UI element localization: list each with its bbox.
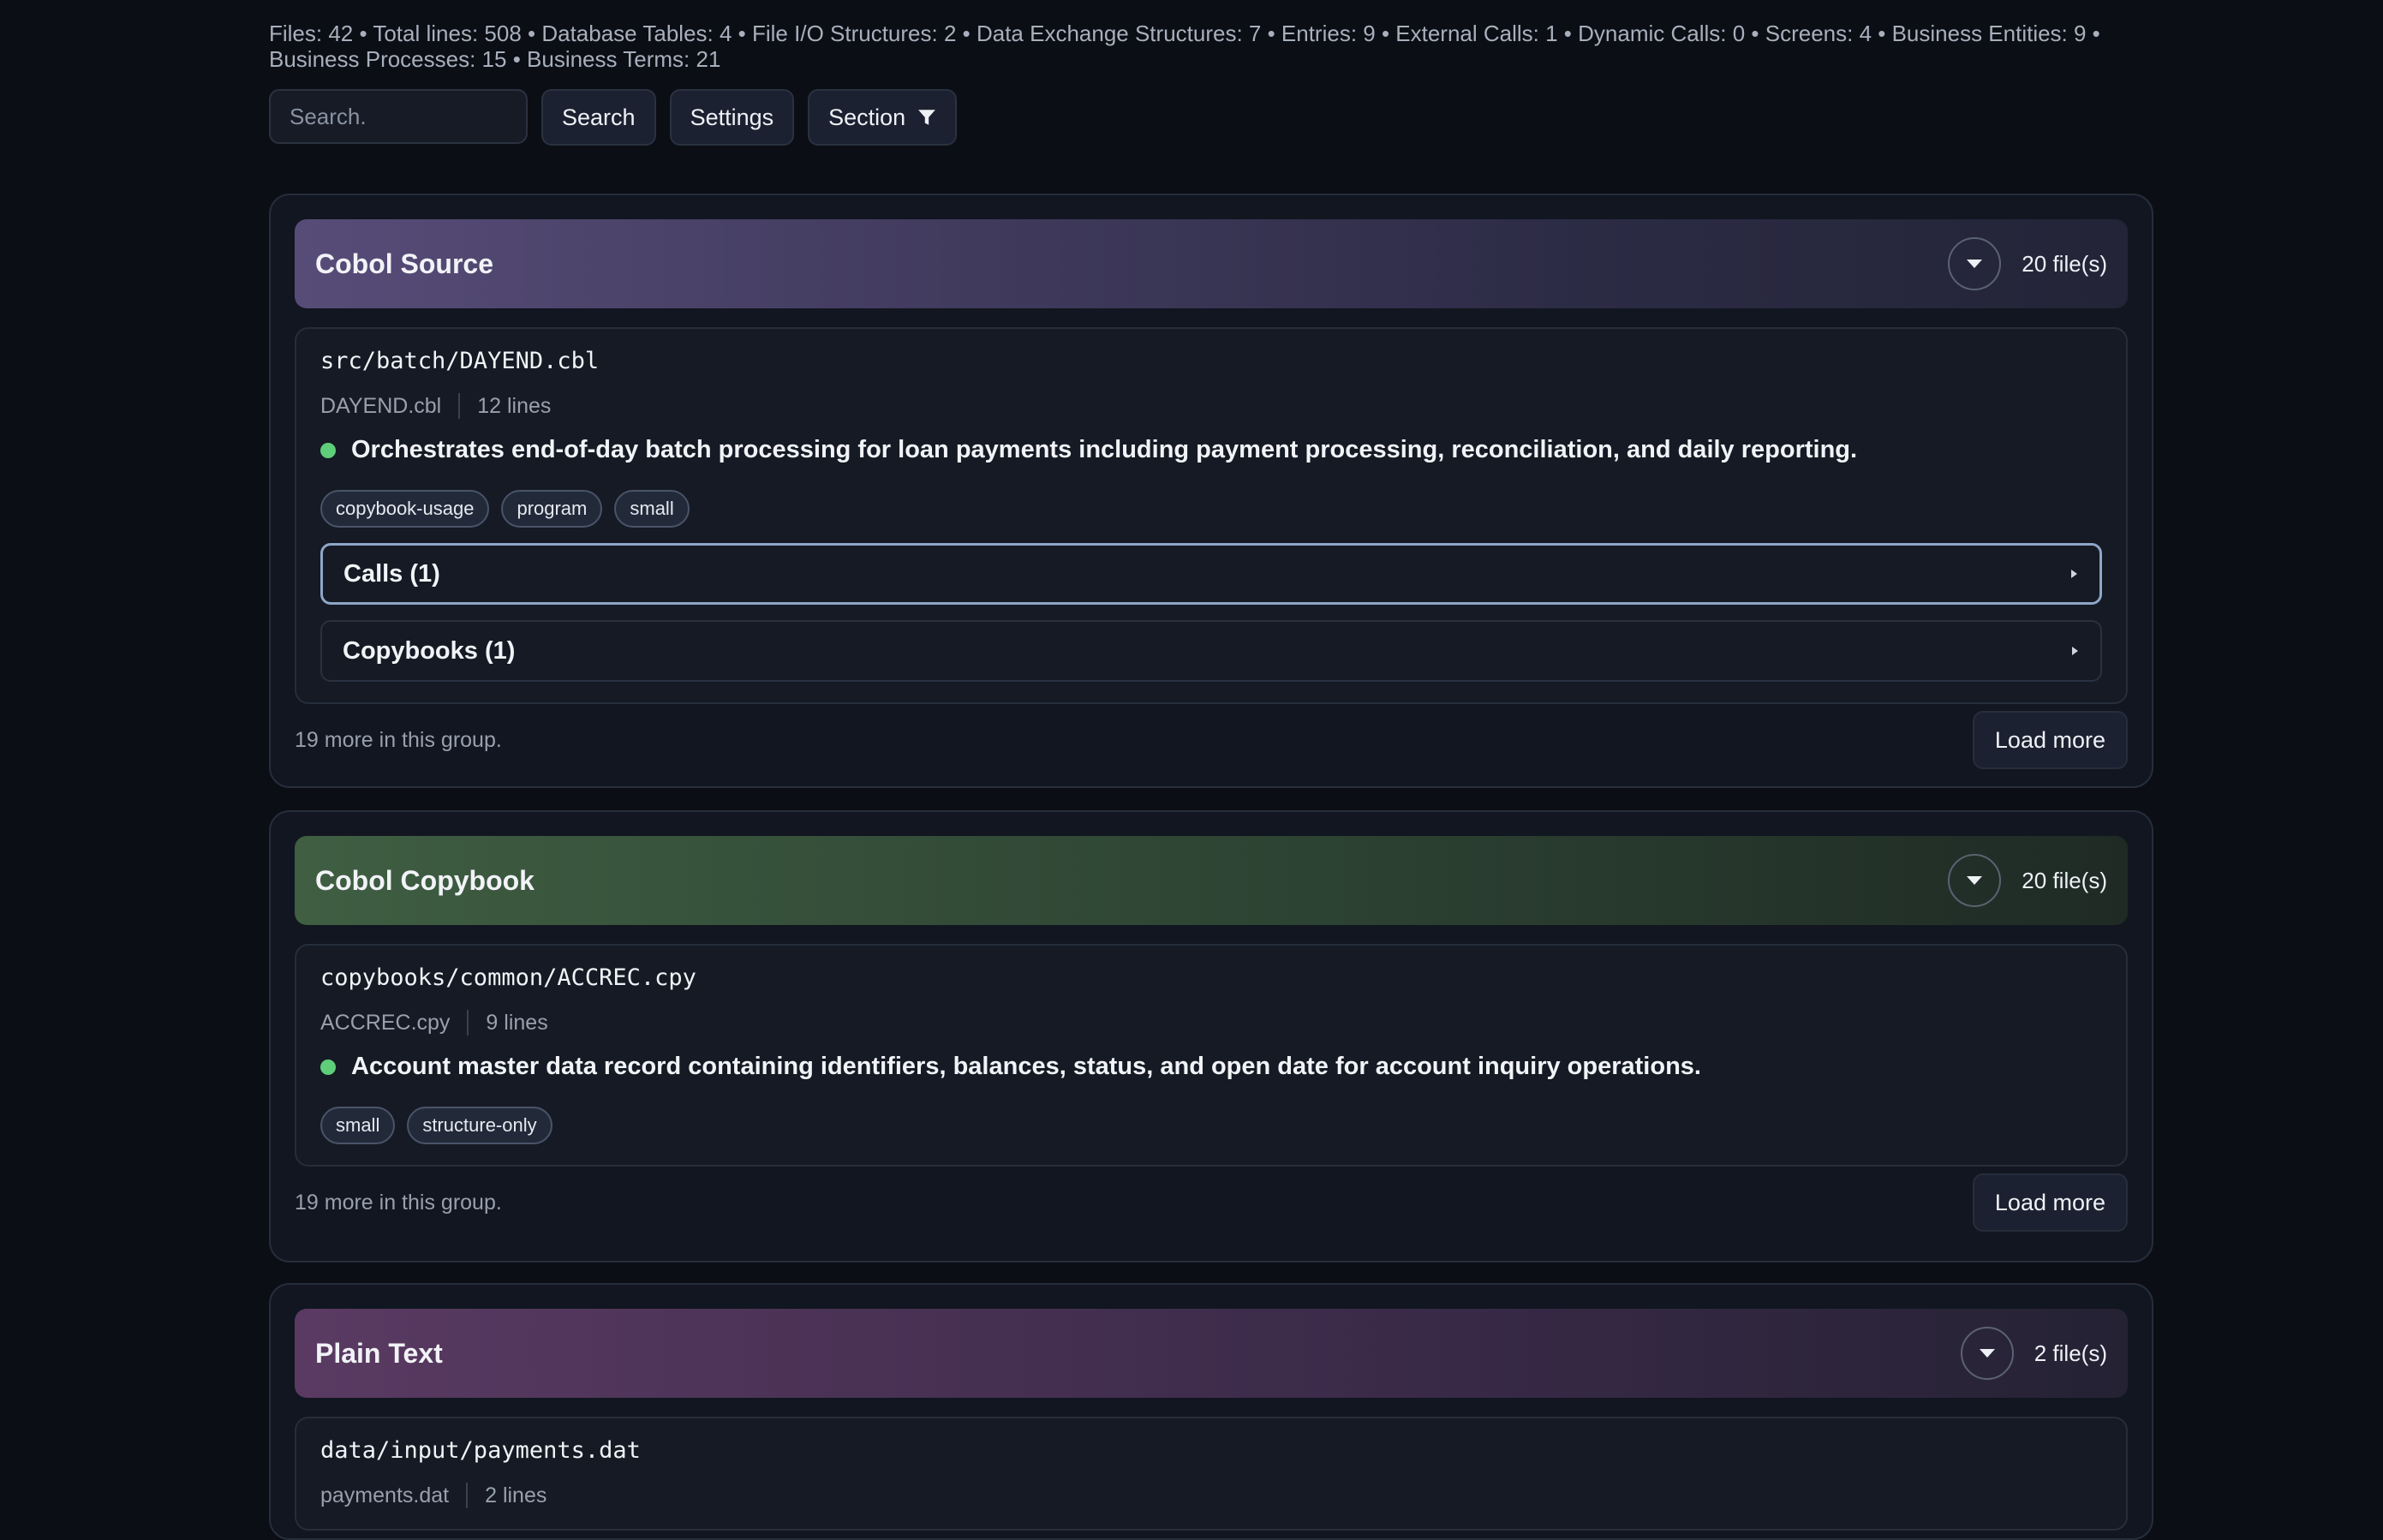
- group-footer: 19 more in this group. Load more: [295, 704, 2128, 776]
- file-meta: ACCREC.cpy 9 lines: [320, 1010, 2102, 1036]
- calls-section-label: Calls (1): [343, 559, 440, 588]
- file-count: 20 file(s): [2022, 867, 2107, 893]
- group-header[interactable]: Cobol Copybook 20 file(s): [295, 836, 2128, 925]
- filter-icon: [918, 110, 936, 125]
- chevron-down-icon: [1967, 260, 1983, 268]
- line-count: 9 lines: [486, 1010, 548, 1035]
- caret-right-icon: [2071, 570, 2077, 578]
- file-path[interactable]: src/batch/DAYEND.cbl: [320, 348, 2102, 374]
- file-path[interactable]: copybooks/common/ACCREC.cpy: [320, 964, 2102, 991]
- summary-text: Orchestrates end-of-day batch processing…: [351, 436, 1858, 463]
- file-name: ACCREC.cpy: [320, 1010, 451, 1035]
- tag: small: [614, 490, 690, 528]
- load-more-button[interactable]: Load more: [1972, 711, 2128, 769]
- search-button-label: Search: [562, 104, 636, 130]
- file-summary: Orchestrates end-of-day batch processing…: [320, 436, 2102, 464]
- divider: [466, 1483, 469, 1508]
- main-content: Files: 42 • Total lines: 508 • Database …: [269, 0, 2153, 1540]
- chevron-down-icon: [1967, 876, 1983, 885]
- collapse-toggle-button[interactable]: [1948, 237, 2002, 290]
- search-input[interactable]: [269, 89, 528, 144]
- settings-button-label: Settings: [690, 104, 774, 130]
- copybooks-section[interactable]: Copybooks (1): [320, 620, 2102, 682]
- divider: [467, 1010, 469, 1036]
- tag: small: [320, 1107, 396, 1144]
- tag: structure-only: [407, 1107, 552, 1144]
- toolbar: Search Settings Section: [269, 89, 2153, 147]
- line-count: 2 lines: [485, 1483, 547, 1507]
- status-dot-icon: [320, 1059, 336, 1075]
- file-name: DAYEND.cbl: [320, 393, 442, 418]
- collapse-toggle-button[interactable]: [1960, 1327, 2014, 1380]
- load-more-button[interactable]: Load more: [1972, 1173, 2128, 1232]
- file-meta: payments.dat 2 lines: [320, 1483, 2102, 1508]
- group-cobol-copybook: Cobol Copybook 20 file(s) copybooks/comm…: [269, 810, 2153, 1262]
- group-title: Plain Text: [315, 1337, 443, 1369]
- group-plain-text: Plain Text 2 file(s) data/input/payments…: [269, 1283, 2153, 1540]
- chevron-down-icon: [1979, 1349, 1995, 1358]
- tag: program: [501, 490, 603, 528]
- group-header[interactable]: Plain Text 2 file(s): [295, 1309, 2128, 1398]
- more-in-group-text: 19 more in this group.: [295, 1190, 502, 1215]
- tag: copybook-usage: [320, 490, 490, 528]
- file-meta: DAYEND.cbl 12 lines: [320, 393, 2102, 419]
- calls-section[interactable]: Calls (1): [320, 543, 2102, 605]
- summary-text: Account master data record containing id…: [351, 1053, 1701, 1080]
- summary-stats: Files: 42 • Total lines: 508 • Database …: [269, 21, 2100, 72]
- copybooks-section-label: Copybooks (1): [343, 636, 516, 665]
- section-filter-button[interactable]: Section: [808, 89, 958, 146]
- group-cobol-source: Cobol Source 20 file(s) src/batch/DAYEND…: [269, 194, 2153, 788]
- settings-button[interactable]: Settings: [669, 89, 795, 146]
- tag-list: copybook-usage program small: [320, 490, 2102, 528]
- group-title: Cobol Copybook: [315, 864, 535, 896]
- line-count: 12 lines: [477, 393, 552, 418]
- file-count: 20 file(s): [2022, 250, 2107, 277]
- divider: [458, 393, 461, 419]
- tag-list: small structure-only: [320, 1107, 2102, 1144]
- search-button[interactable]: Search: [541, 89, 656, 146]
- more-in-group-text: 19 more in this group.: [295, 727, 502, 752]
- group-title: Cobol Source: [315, 248, 494, 279]
- group-footer: 19 more in this group. Load more: [295, 1167, 2128, 1239]
- file-summary: Account master data record containing id…: [320, 1053, 2102, 1081]
- caret-right-icon: [2072, 647, 2078, 655]
- section-button-label: Section: [828, 104, 906, 130]
- file-path[interactable]: data/input/payments.dat: [320, 1437, 2102, 1464]
- file-card: src/batch/DAYEND.cbl DAYEND.cbl 12 lines…: [295, 327, 2128, 704]
- file-card: copybooks/common/ACCREC.cpy ACCREC.cpy 9…: [295, 944, 2128, 1167]
- group-header[interactable]: Cobol Source 20 file(s): [295, 219, 2128, 308]
- file-card: data/input/payments.dat payments.dat 2 l…: [295, 1417, 2128, 1531]
- status-dot-icon: [320, 442, 336, 458]
- collapse-toggle-button[interactable]: [1948, 854, 2002, 907]
- file-count: 2 file(s): [2034, 1340, 2107, 1366]
- file-name: payments.dat: [320, 1483, 450, 1507]
